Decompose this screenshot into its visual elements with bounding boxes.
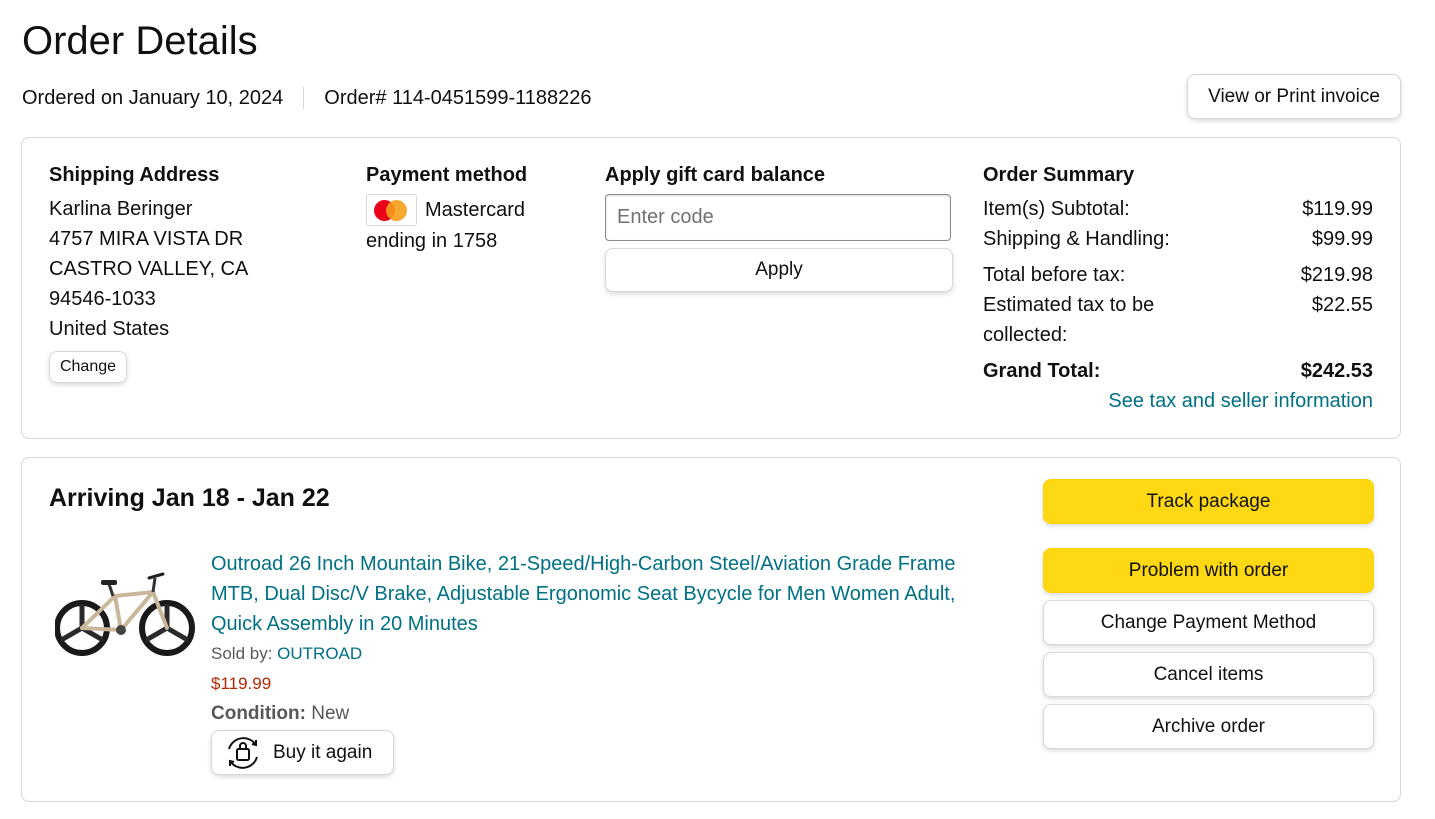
gift-card-title: Apply gift card balance (605, 164, 826, 186)
payment-method-section: Payment method Mastercard ending in 1758 (366, 162, 576, 256)
shipping-street: 4757 MIRA VISTA DR (49, 228, 244, 250)
order-meta: Ordered on January 10, 2024 Order# 114-0… (22, 84, 592, 112)
tax-label: Estimated tax to be collected: (983, 294, 1155, 346)
tax-seller-info-link[interactable]: See tax and seller information (983, 386, 1373, 416)
summary-row-grand-total: Grand Total: $242.53 (983, 356, 1373, 386)
divider (303, 87, 305, 109)
shipping-country: United States (49, 318, 170, 340)
order-summary-section: Order Summary Item(s) Subtotal: $119.99 … (983, 162, 1373, 416)
order-number: Order# 114-0451599-1188226 (324, 86, 592, 109)
condition-label: Condition: (211, 703, 306, 724)
problem-with-order-button[interactable]: Problem with order (1043, 548, 1374, 593)
before-tax-value: $219.98 (1300, 264, 1373, 286)
cancel-items-button[interactable]: Cancel items (1043, 652, 1374, 697)
track-package-button[interactable]: Track package (1043, 479, 1374, 524)
product-condition: Condition: New (211, 699, 981, 729)
reorder-bag-icon (228, 736, 258, 769)
buy-it-again-button[interactable]: Buy it again (211, 730, 394, 775)
shipment-panel: Arriving Jan 18 - Jan 22 Outroad 26 Inch… (21, 457, 1401, 802)
shipping-handling-label: Shipping & Handling: (983, 228, 1170, 250)
sold-by: Sold by: OUTROAD (211, 639, 981, 669)
page-title: Order Details (22, 19, 258, 63)
view-print-invoice-button[interactable]: View or Print invoice (1187, 74, 1401, 119)
shipping-address-section: Shipping Address Karlina Beringer 4757 M… (49, 162, 339, 383)
mastercard-icon (366, 194, 417, 226)
card-ending: ending in 1758 (366, 230, 498, 252)
shipping-address-title: Shipping Address (49, 164, 220, 186)
shipping-name: Karlina Beringer (49, 198, 193, 220)
payment-method-title: Payment method (366, 164, 528, 186)
summary-row-tax: Estimated tax to be collected: $22.55 (983, 290, 1373, 350)
summary-row-shipping: Shipping & Handling: $99.99 (983, 224, 1373, 254)
before-tax-label: Total before tax: (983, 264, 1126, 286)
subtotal-label: Item(s) Subtotal: (983, 198, 1130, 220)
product-image[interactable] (55, 568, 195, 663)
condition-value: New (311, 703, 350, 724)
order-info-panel: Shipping Address Karlina Beringer 4757 M… (21, 137, 1401, 439)
summary-row-before-tax: Total before tax: $219.98 (983, 260, 1373, 290)
product-title-link[interactable]: Outroad 26 Inch Mountain Bike, 21-Speed/… (211, 549, 981, 639)
product-price: $119.99 (211, 674, 272, 693)
shipping-zip: 94546-1033 (49, 288, 156, 310)
subtotal-value: $119.99 (1302, 198, 1373, 220)
order-summary-title: Order Summary (983, 164, 1135, 186)
gift-card-section: Apply gift card balance Apply (605, 162, 953, 292)
arrival-heading: Arriving Jan 18 - Jan 22 (49, 484, 330, 512)
card-brand: Mastercard (425, 199, 526, 221)
grand-total-value: $242.53 (1300, 360, 1373, 382)
shipping-city-state: CASTRO VALLEY, CA (49, 258, 249, 280)
change-address-button[interactable]: Change (49, 351, 127, 383)
archive-order-button[interactable]: Archive order (1043, 704, 1374, 749)
shipping-handling-value: $99.99 (1311, 228, 1373, 250)
payment-card-line: Mastercard (366, 194, 576, 226)
sold-by-label: Sold by: (211, 644, 278, 663)
gift-code-input[interactable] (605, 194, 951, 241)
tax-value: $22.55 (1311, 294, 1373, 316)
buy-it-again-label: Buy it again (273, 741, 373, 763)
change-payment-method-button[interactable]: Change Payment Method (1043, 600, 1374, 645)
order-date: Ordered on January 10, 2024 (22, 86, 284, 109)
apply-button[interactable]: Apply (605, 248, 953, 292)
product-details: Outroad 26 Inch Mountain Bike, 21-Speed/… (211, 549, 981, 775)
seller-link[interactable]: OUTROAD (277, 644, 362, 663)
grand-total-label: Grand Total: (983, 360, 1101, 382)
shipment-actions: Track package Problem with order Change … (1043, 479, 1374, 749)
summary-row-subtotal: Item(s) Subtotal: $119.99 (983, 194, 1373, 224)
